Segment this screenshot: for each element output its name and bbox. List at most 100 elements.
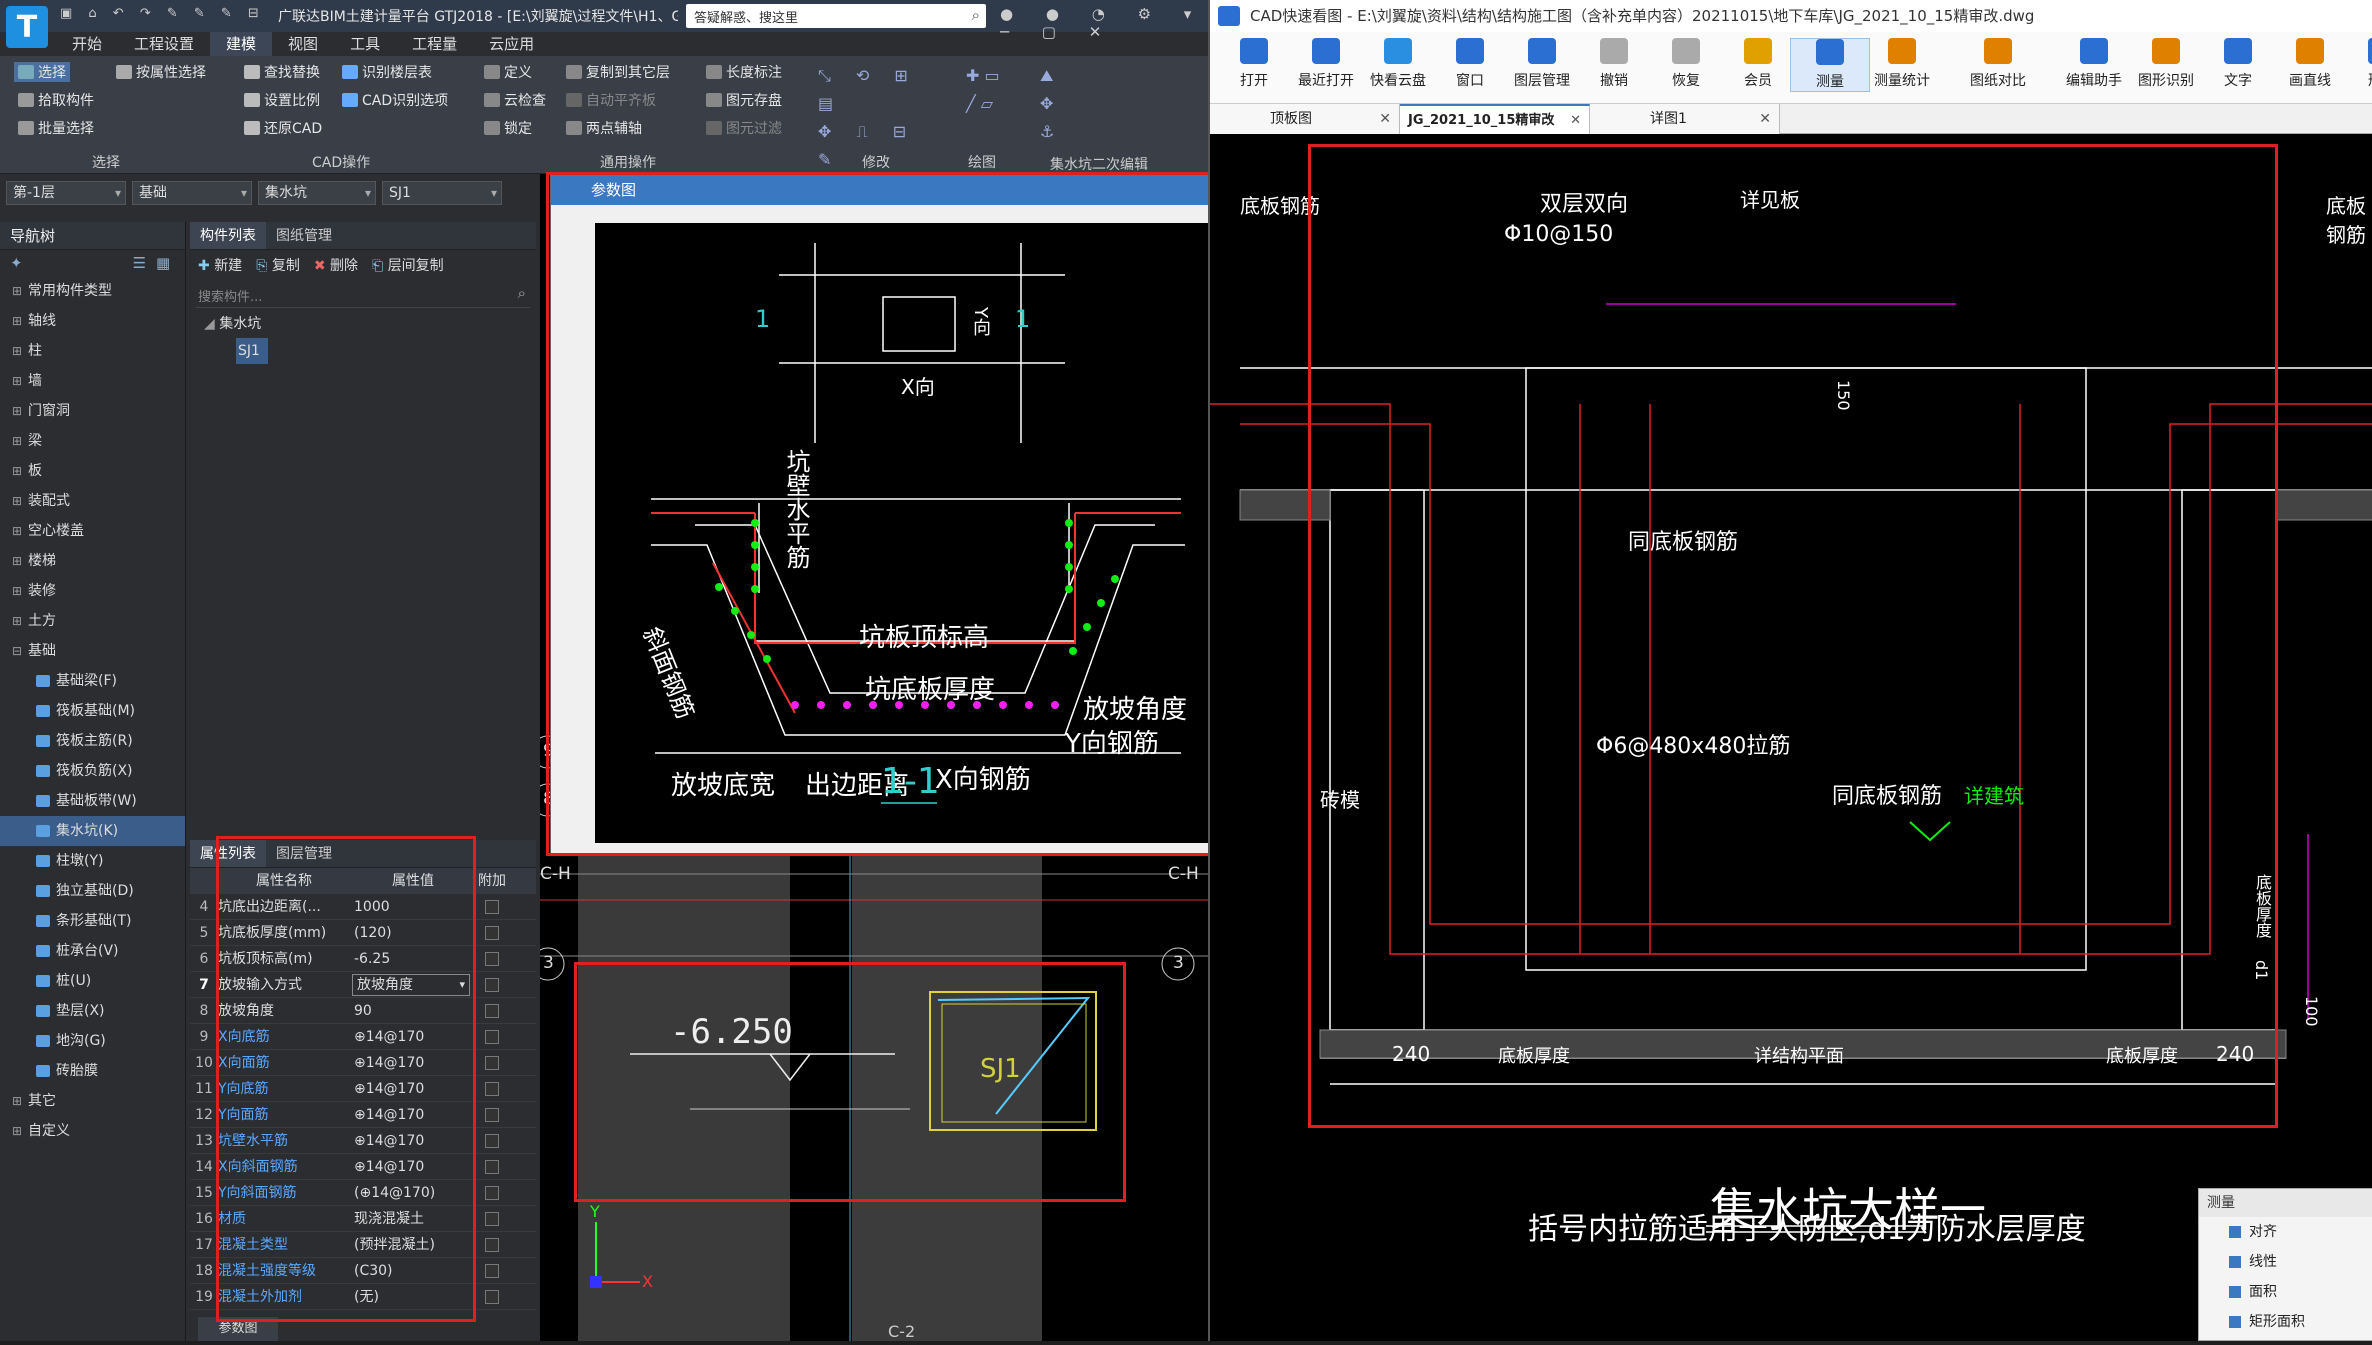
expand-icon[interactable]: ⊞ — [12, 486, 28, 516]
menu-start[interactable]: 开始 — [56, 32, 118, 56]
cad-toolbar-button[interactable]: 快看云盘 — [1358, 38, 1438, 90]
add-checkbox[interactable] — [485, 1081, 499, 1096]
new-button[interactable]: ✚ 新建 — [198, 255, 242, 275]
nav-subitem[interactable]: 筏板主筋(R) — [0, 726, 185, 756]
cad-toolbar-button[interactable]: 会员 — [1718, 38, 1798, 90]
tab-detail-1[interactable]: 详图1 ✕ — [1590, 104, 1780, 134]
add-checkbox[interactable] — [485, 1211, 499, 1226]
expand-icon[interactable]: ⊞ — [12, 276, 28, 306]
expand-icon[interactable]: ⊞ — [12, 1116, 28, 1146]
menu-project-settings[interactable]: 工程设置 — [118, 32, 210, 56]
expand-icon[interactable]: ⊟ — [12, 636, 28, 666]
pick-component-button[interactable]: 拾取构件 — [18, 90, 94, 110]
draw-tools-icons[interactable]: ✚ ▭ ╱ ▱ — [966, 62, 1022, 144]
auto-plane-slab-button[interactable]: 自动平齐板 — [566, 90, 656, 110]
nav-item[interactable]: ⊞ 土方 — [0, 606, 185, 636]
add-checkbox[interactable] — [485, 1237, 499, 1252]
cad-toolbar-button[interactable]: 窗口 — [1430, 38, 1510, 90]
nav-subitem[interactable]: 基础板带(W) — [0, 786, 185, 816]
lock-button[interactable]: 锁定 — [484, 118, 532, 138]
element-filter-button[interactable]: 图元过滤 — [706, 118, 782, 138]
cad-identify-options-button[interactable]: CAD识别选项 — [342, 90, 448, 110]
list-view-icon[interactable]: ☰ — [133, 254, 146, 272]
delete-button[interactable]: ✖ 删除 — [314, 255, 358, 275]
menu-quantities[interactable]: 工程量 — [396, 32, 473, 56]
nav-item[interactable]: ⊞ 空心楼盖 — [0, 516, 185, 546]
quick-access-toolbar[interactable]: ▣ ⌂ ↶ ↷ ✎ ✎ ✎ ⊟ — [60, 6, 265, 21]
nav-item[interactable]: ⊞ 墙 — [0, 366, 185, 396]
nav-subitem[interactable]: 柱墩(Y) — [0, 846, 185, 876]
element-save-button[interactable]: 图元存盘 — [706, 90, 782, 110]
menu-cloud[interactable]: 云应用 — [473, 32, 550, 56]
select-button[interactable]: 选择 — [14, 62, 70, 82]
copy-to-floor-button[interactable]: 复制到其它层 — [566, 62, 670, 82]
add-checkbox[interactable] — [485, 1185, 499, 1200]
cad-toolbar-button[interactable]: 恢复 — [1646, 38, 1726, 90]
expand-icon[interactable]: ⊞ — [12, 426, 28, 456]
pin-icon[interactable]: ✦ — [10, 254, 23, 272]
nav-subitem[interactable]: 垫层(X) — [0, 996, 185, 1026]
cad-toolbar-button[interactable]: 画直线 — [2270, 38, 2350, 90]
cad-drawing-canvas[interactable]: 双层双向 Φ10@150 详见板 底板钢筋 底板钢筋 150 同底板钢筋 Φ6@… — [1210, 134, 2372, 1341]
add-checkbox[interactable] — [485, 1263, 499, 1278]
nav-item[interactable]: ⊞ 柱 — [0, 336, 185, 366]
title-bar-icons[interactable]: ● ● ◔ ⚙ ▾ ─ ▢ ✕ — [1000, 5, 1208, 41]
expand-icon[interactable]: ⊞ — [12, 546, 28, 576]
type-select[interactable]: 集水坑 — [258, 181, 376, 205]
cad-toolbar-button[interactable]: 撤销 — [1574, 38, 1654, 90]
add-checkbox[interactable] — [485, 1133, 499, 1148]
nav-subitem[interactable]: 筏板基础(M) — [0, 696, 185, 726]
nav-subitem[interactable]: 基础梁(F) — [0, 666, 185, 696]
add-checkbox[interactable] — [485, 1159, 499, 1174]
add-checkbox[interactable] — [485, 951, 499, 966]
expand-icon[interactable]: ⊞ — [12, 576, 28, 606]
add-checkbox[interactable] — [485, 1055, 499, 1070]
floor-select[interactable]: 第-1层 — [6, 181, 126, 205]
batch-select-button[interactable]: 批量选择 — [18, 118, 94, 138]
tab-jg-drawing[interactable]: JG_2021_10_15精审改 ✕ — [1400, 104, 1590, 134]
define-button[interactable]: 定义 — [484, 62, 532, 82]
add-checkbox[interactable] — [485, 899, 499, 914]
cad-toolbar-button[interactable]: 测量 — [1790, 38, 1870, 92]
menu-tools[interactable]: 工具 — [334, 32, 396, 56]
modify-tools-icons[interactable]: ⤡ ⟲ ⊞ ▤✥ ⎍ ⊟ ✎▲ ⩘ ⊿ ◯ — [818, 62, 948, 225]
expand-icon[interactable]: ⊞ — [12, 606, 28, 636]
nav-subitem[interactable]: 桩(U) — [0, 966, 185, 996]
expand-icon[interactable]: ⊞ — [12, 396, 28, 426]
nav-subitem[interactable]: 砖胎膜 — [0, 1056, 185, 1086]
nav-item[interactable]: ⊞ 常用构件类型 — [0, 276, 185, 306]
tab-drawing-manage[interactable]: 图纸管理 — [266, 222, 342, 249]
expand-icon[interactable]: ⊞ — [12, 366, 28, 396]
cad-toolbar-button[interactable]: 最近打开 — [1286, 38, 1366, 90]
cad-toolbar-button[interactable]: 图层管理 — [1502, 38, 1582, 90]
nav-item[interactable]: ⊞ 装修 — [0, 576, 185, 606]
measure-linear-button[interactable]: 线性 — [2199, 1247, 2372, 1277]
cad-toolbar-button[interactable]: 编辑助手 — [2054, 38, 2134, 90]
cad-toolbar-button[interactable]: 形状 — [2342, 38, 2372, 90]
nav-item[interactable]: ⊞ 其它 — [0, 1086, 185, 1116]
add-checkbox[interactable] — [485, 1029, 499, 1044]
nav-subitem[interactable]: 集水坑(K) — [0, 816, 185, 846]
copy-button[interactable]: ⎘ 复制 — [256, 255, 300, 275]
nav-subitem[interactable]: 独立基础(D) — [0, 876, 185, 906]
add-checkbox[interactable] — [485, 977, 499, 992]
nav-subitem[interactable]: 地沟(G) — [0, 1026, 185, 1056]
select-by-attr-button[interactable]: 按属性选择 — [116, 62, 206, 82]
nav-subitem[interactable]: 桩承台(V) — [0, 936, 185, 966]
nav-item[interactable]: ⊞ 装配式 — [0, 486, 185, 516]
nav-subitem[interactable]: 筏板负筋(X) — [0, 756, 185, 786]
expand-icon[interactable]: ⊞ — [12, 1086, 28, 1116]
help-search-input[interactable]: 答疑解惑、搜这里 ⌕ — [686, 4, 986, 28]
category-select[interactable]: 基础 — [132, 181, 252, 205]
nav-item[interactable]: ⊞ 楼梯 — [0, 546, 185, 576]
nav-item[interactable]: ⊞ 轴线 — [0, 306, 185, 336]
cad-toolbar-button[interactable]: 图纸对比 — [1958, 38, 2038, 90]
sump-edit-icons[interactable]: ⛰ ✥ ⚓ — [1040, 62, 1070, 144]
cloud-check-button[interactable]: 云检查 — [484, 90, 546, 110]
component-search-input[interactable]: 搜索构件... ⌕ — [196, 282, 530, 308]
tab-roof-plan[interactable]: 顶板图 ✕ — [1210, 104, 1400, 134]
add-checkbox[interactable] — [485, 1289, 499, 1304]
add-checkbox[interactable] — [485, 925, 499, 940]
menu-view[interactable]: 视图 — [272, 32, 334, 56]
close-icon[interactable]: ✕ — [1759, 104, 1771, 134]
